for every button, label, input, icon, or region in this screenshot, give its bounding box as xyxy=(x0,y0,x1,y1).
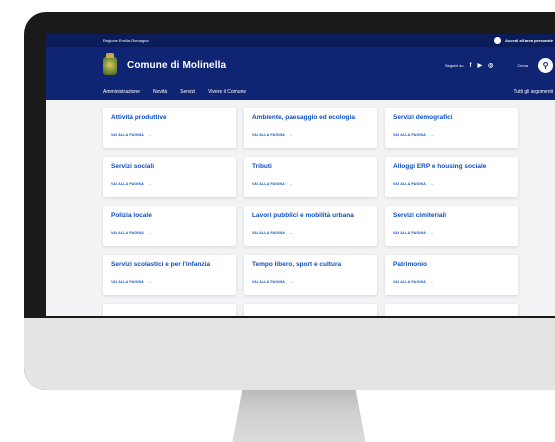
service-card[interactable]: Servizi scolastici e per l'infanzia VAI … xyxy=(103,255,236,295)
monitor-chin xyxy=(24,318,555,390)
service-card-partial[interactable] xyxy=(244,304,377,316)
region-link[interactable]: Regione Emilia-Romagna xyxy=(103,38,149,43)
card-title[interactable]: Servizi cimiteriali xyxy=(393,212,510,220)
nav-item-novita[interactable]: Novità xyxy=(153,89,167,95)
service-card[interactable]: Tempo libero, sport e cultura VAI ALLA P… xyxy=(244,255,377,295)
personal-area-label: Accedi all'area personale xyxy=(505,38,553,43)
card-title[interactable]: Alloggi ERP e housing sociale xyxy=(393,163,510,171)
card-link[interactable]: VAI ALLA PAGINA → xyxy=(252,231,369,235)
service-card[interactable]: Servizi sociali VAI ALLA PAGINA → xyxy=(103,157,236,197)
website-screen: Regione Emilia-Romagna Accedi all'area p… xyxy=(46,34,555,316)
card-title[interactable]: Attività produttive xyxy=(111,114,228,122)
social-links: f ▶ ◎ xyxy=(469,62,493,70)
service-card[interactable]: Polizia locale VAI ALLA PAGINA → xyxy=(103,206,236,246)
service-card-partial[interactable] xyxy=(103,304,236,316)
card-link[interactable]: VAI ALLA PAGINA → xyxy=(393,182,510,186)
top-bar: Regione Emilia-Romagna Accedi all'area p… xyxy=(46,34,555,47)
card-title[interactable]: Servizi sociali xyxy=(111,163,228,171)
service-card-partial[interactable] xyxy=(385,304,518,316)
search-button[interactable]: ⚲ xyxy=(538,58,553,73)
youtube-icon[interactable]: ▶ xyxy=(477,62,482,69)
card-link[interactable]: VAI ALLA PAGINA → xyxy=(393,231,510,235)
service-card[interactable]: Patrimonio VAI ALLA PAGINA → xyxy=(385,255,518,295)
card-link[interactable]: VAI ALLA PAGINA → xyxy=(252,133,369,137)
personal-area-button[interactable]: Accedi all'area personale xyxy=(494,37,553,44)
card-title[interactable]: Servizi demografici xyxy=(393,114,510,122)
user-icon xyxy=(494,37,502,44)
card-title[interactable]: Polizia locale xyxy=(111,212,228,220)
site-title[interactable]: Comune di Molinella xyxy=(127,60,226,71)
whatsapp-icon[interactable]: ◎ xyxy=(488,62,493,69)
services-grid: Attività produttive VAI ALLA PAGINA → Amb… xyxy=(103,108,548,316)
header-tools: Seguici su f ▶ ◎ Cerca ⚲ xyxy=(445,58,553,73)
service-card[interactable]: Servizi cimiteriali VAI ALLA PAGINA → xyxy=(385,206,518,246)
facebook-icon[interactable]: f xyxy=(469,63,471,69)
nav-item-servizi[interactable]: Servizi xyxy=(180,89,195,95)
card-title[interactable]: Tributi xyxy=(252,163,369,171)
coat-of-arms-logo[interactable] xyxy=(103,52,117,75)
search-icon: ⚲ xyxy=(542,61,549,70)
arrow-right-icon: → xyxy=(288,182,293,186)
service-card[interactable]: Alloggi ERP e housing sociale VAI ALLA P… xyxy=(385,157,518,197)
card-title[interactable]: Lavori pubblici e mobilità urbana xyxy=(252,212,369,220)
service-card[interactable]: Attività produttive VAI ALLA PAGINA → xyxy=(103,108,236,148)
card-link[interactable]: VAI ALLA PAGINA → xyxy=(111,231,228,235)
card-link[interactable]: VAI ALLA PAGINA → xyxy=(252,280,369,284)
arrow-right-icon: → xyxy=(429,133,434,137)
card-link[interactable]: VAI ALLA PAGINA → xyxy=(393,280,510,284)
card-title[interactable]: Tempo libero, sport e cultura xyxy=(252,261,369,269)
nav-item-vivere-il-comune[interactable]: Vivere il Comune xyxy=(208,89,246,95)
card-link[interactable]: VAI ALLA PAGINA → xyxy=(393,133,510,137)
monitor-frame: Regione Emilia-Romagna Accedi all'area p… xyxy=(24,12,555,390)
service-card[interactable]: Servizi demografici VAI ALLA PAGINA → xyxy=(385,108,518,148)
card-link[interactable]: VAI ALLA PAGINA → xyxy=(111,280,228,284)
arrow-right-icon: → xyxy=(147,231,152,235)
arrow-right-icon: → xyxy=(288,231,293,235)
main-header: Comune di Molinella Seguici su f ▶ ◎ Cer… xyxy=(46,47,555,84)
nav-all-topics[interactable]: Tutti gli argomenti xyxy=(513,89,553,95)
arrow-right-icon: → xyxy=(429,182,434,186)
service-card[interactable]: Tributi VAI ALLA PAGINA → xyxy=(244,157,377,197)
search-label[interactable]: Cerca xyxy=(517,63,528,68)
arrow-right-icon: → xyxy=(147,280,152,284)
arrow-right-icon: → xyxy=(288,133,293,137)
card-link[interactable]: VAI ALLA PAGINA → xyxy=(252,182,369,186)
card-title[interactable]: Patrimonio xyxy=(393,261,510,269)
arrow-right-icon: → xyxy=(147,182,152,186)
card-link[interactable]: VAI ALLA PAGINA → xyxy=(111,133,228,137)
arrow-right-icon: → xyxy=(147,133,152,137)
arrow-right-icon: → xyxy=(429,231,434,235)
card-title[interactable]: Servizi scolastici e per l'infanzia xyxy=(111,261,228,269)
service-card[interactable]: Lavori pubblici e mobilità urbana VAI AL… xyxy=(244,206,377,246)
card-link[interactable]: VAI ALLA PAGINA → xyxy=(111,182,228,186)
service-card[interactable]: Ambiente, paesaggio ed ecologia VAI ALLA… xyxy=(244,108,377,148)
follow-label: Seguici su xyxy=(444,63,464,68)
nav-item-amministrazione[interactable]: Amministrazione xyxy=(103,89,140,95)
main-navigation: Amministrazione Novità Servizi Vivere il… xyxy=(46,84,555,100)
arrow-right-icon: → xyxy=(429,280,434,284)
card-title[interactable]: Ambiente, paesaggio ed ecologia xyxy=(252,114,369,122)
arrow-right-icon: → xyxy=(288,280,293,284)
monitor-stand xyxy=(232,388,366,442)
